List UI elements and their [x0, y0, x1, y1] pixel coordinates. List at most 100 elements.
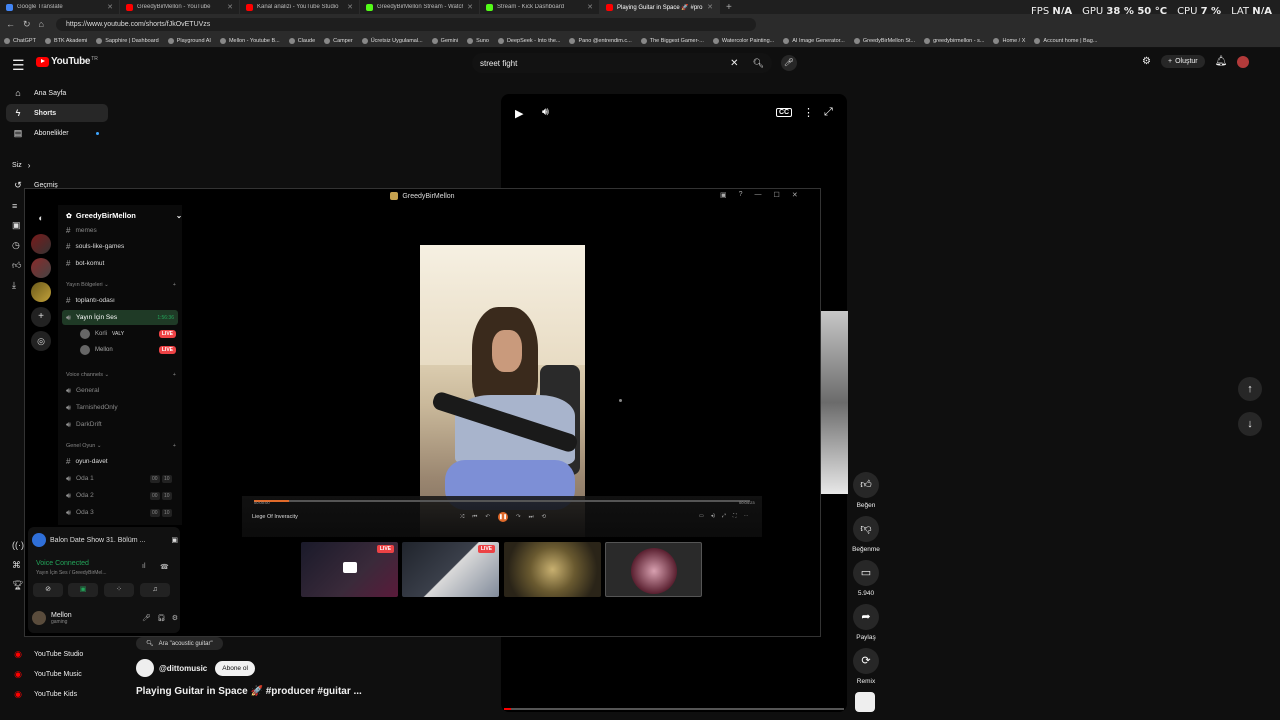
gear-icon[interactable]: ⚙ [172, 614, 178, 622]
signal-icon[interactable]: ıl [142, 563, 146, 570]
expand-icon[interactable]: ⤢ [722, 513, 726, 519]
bookmark-item[interactable]: The Biggest Gamer-... [640, 37, 704, 44]
server-name-header[interactable]: ✿ GreedyBirMellon ⌄ [66, 211, 182, 220]
menu-icon[interactable]: ☰ [12, 57, 25, 74]
shorts-progress-track[interactable] [504, 708, 844, 710]
disconnect-icon[interactable]: ☎ [160, 563, 169, 571]
share-screen-icon[interactable]: ▣ [171, 536, 178, 544]
bookmark-item[interactable]: Mellon - Youtube B... [219, 37, 280, 44]
help-icon[interactable]: ? [739, 191, 743, 199]
close-icon[interactable]: ✕ [347, 3, 353, 11]
sidebar-item-youtube-studio[interactable]: ◉ YouTube Studio [6, 645, 108, 663]
category-broadcast[interactable]: Yayın Bölgeleri ⌄ + [66, 282, 176, 288]
channel-bot-komut[interactable]: # bot-komut [62, 256, 178, 271]
inbox-icon[interactable]: ▣ [720, 191, 727, 199]
sidebar-item-subscriptions[interactable]: ▤ Abonelikler [6, 124, 108, 142]
home-icon[interactable]: ⌂ [39, 19, 44, 29]
user-name[interactable]: Mellon [51, 612, 72, 619]
avatar[interactable] [32, 611, 46, 625]
close-icon[interactable]: ✕ [792, 191, 798, 199]
sound-thumbnail[interactable] [855, 692, 875, 712]
bell-icon[interactable]: 🔔︎ [1215, 56, 1228, 67]
discord-home-icon[interactable]: ◐ [31, 208, 51, 228]
reload-icon[interactable]: ↻ [23, 19, 31, 30]
remix-button[interactable]: ⟳ Remix [847, 648, 885, 685]
share-button[interactable]: ➦ Paylaş [847, 604, 885, 641]
bookmark-item[interactable]: DeepSeek - Into the... [497, 37, 560, 44]
search-box[interactable]: street fight ✕ 🔍︎ [472, 53, 772, 73]
stream-video[interactable] [420, 245, 585, 537]
bookmark-item[interactable]: greedybirmellon - s... [924, 37, 984, 44]
voice-channel-active[interactable]: 🔊︎ Yayın İçin Ses 1:56:36 [62, 310, 178, 325]
stream-thumbnail[interactable]: LIVE [301, 542, 398, 597]
sidebar-item-shorts[interactable]: ϟ Shorts [6, 104, 108, 122]
participant-tile[interactable] [605, 542, 702, 597]
category-game[interactable]: Genel Oyun ⌄ + [66, 443, 176, 449]
fullscreen-icon[interactable]: ⛶ [733, 513, 737, 519]
channel-avatar[interactable] [136, 659, 154, 677]
voice-channel-oda-2[interactable]: 🔊︎ Oda 2 [62, 488, 178, 503]
volume-icon[interactable]: ◂) [711, 513, 715, 519]
bookmark-item[interactable]: Sapphire | Dashboard [96, 37, 159, 44]
activities-icon[interactable]: ⁘ [104, 583, 134, 597]
voice-channel-general[interactable]: 🔊︎ General [62, 383, 178, 398]
gear-icon[interactable]: ⚙ [1142, 56, 1151, 67]
skip-back-icon[interactable]: ⏮ [472, 514, 477, 521]
server-icon[interactable] [31, 282, 51, 302]
bookmark-item[interactable]: Claude [288, 37, 315, 44]
browser-tab[interactable]: Google Translate ✕ [0, 0, 120, 14]
sidebar-item-home[interactable]: ⌂ Ana Sayfa [6, 84, 108, 102]
arrow-up-icon[interactable]: ↑ [1238, 377, 1262, 401]
search-input[interactable]: street fight [480, 59, 730, 68]
microphone-icon[interactable]: 🎤︎ [781, 55, 797, 71]
maximize-icon[interactable]: ☐ [774, 191, 780, 199]
shuffle-icon[interactable]: ⤮ [460, 514, 464, 521]
browser-tab[interactable]: Kanal analizi - YouTube Studio ✕ [240, 0, 360, 14]
voice-channel-oda-1[interactable]: 🔊︎ Oda 1 [62, 471, 178, 486]
screen-share-icon[interactable]: ▣ [68, 583, 98, 597]
bookmark-item[interactable]: ChatGPT [4, 37, 36, 44]
pause-icon[interactable]: ❚❚ [497, 512, 508, 522]
liked-videos-icon[interactable]: 👍︎ [12, 260, 21, 271]
voice-channel-tarnishedonly[interactable]: 🔊︎ TarnishedOnly [62, 400, 178, 415]
avatar[interactable] [1237, 55, 1250, 68]
voice-user-korli[interactable]: Korli VALY LIVE [80, 327, 176, 341]
bookmark-item[interactable]: Pano @entrendim.c... [569, 37, 632, 44]
captions-icon[interactable]: CC [776, 108, 793, 117]
server-icon[interactable] [31, 258, 51, 278]
voice-user-mellon[interactable]: Mellon LIVE [80, 343, 176, 357]
channel-oyun-davet[interactable]: # oyun-davet [62, 454, 178, 469]
bookmark-item[interactable]: Gemini [431, 37, 458, 44]
participant-tile[interactable] [504, 542, 601, 597]
back-icon[interactable]: ← [6, 19, 15, 29]
more-horizontal-icon[interactable]: ⋯ [743, 513, 748, 519]
search-suggestion-chip[interactable]: 🔍︎ Ara "acoustic guitar" [136, 637, 223, 650]
plus-icon[interactable]: + [173, 282, 176, 288]
close-icon[interactable]: ✕ [587, 3, 593, 11]
trophy-icon[interactable]: 🏆︎ [12, 580, 23, 591]
browser-tab[interactable]: Playing Guitar in Space 🚀 #pro ✕ [600, 0, 720, 14]
plus-icon[interactable]: + [173, 372, 176, 378]
voice-channel-darkdrift[interactable]: 🔊︎ DarkDrift [62, 417, 178, 432]
stream-thumbnail[interactable]: LIVE [402, 542, 499, 597]
close-icon[interactable]: ✕ [467, 3, 473, 11]
bookmark-item[interactable]: Watercolor Painting... [712, 37, 774, 44]
comments-button[interactable]: ▭ 5.940 [847, 560, 885, 597]
minimize-icon[interactable]: — [755, 191, 762, 199]
more-vertical-icon[interactable]: ⋮ [803, 106, 814, 119]
close-icon[interactable]: ✕ [707, 3, 713, 11]
close-icon[interactable]: ✕ [227, 3, 233, 11]
bookmark-item[interactable]: Playground AI [167, 37, 211, 44]
create-button[interactable]: + Oluştur [1160, 55, 1205, 68]
forward-icon[interactable]: ↷ [516, 514, 521, 520]
your-videos-icon[interactable]: ▣ [12, 220, 21, 231]
downloads-icon[interactable]: ⤓ [12, 280, 16, 291]
discover-icon[interactable]: ◎ [31, 331, 51, 351]
browser-tab[interactable]: GreedyBirMellon - YouTube ✕ [120, 0, 240, 14]
soundboard-icon[interactable]: ♫ [140, 583, 170, 597]
fullscreen-icon[interactable]: ⤢ [824, 106, 833, 119]
gaming-icon[interactable]: ⌘ [12, 560, 21, 571]
bookmark-item[interactable]: Suno [467, 37, 489, 44]
bookmark-item[interactable]: BTK Akademi [44, 37, 87, 44]
channel-name[interactable]: @dittomusic [159, 664, 207, 673]
